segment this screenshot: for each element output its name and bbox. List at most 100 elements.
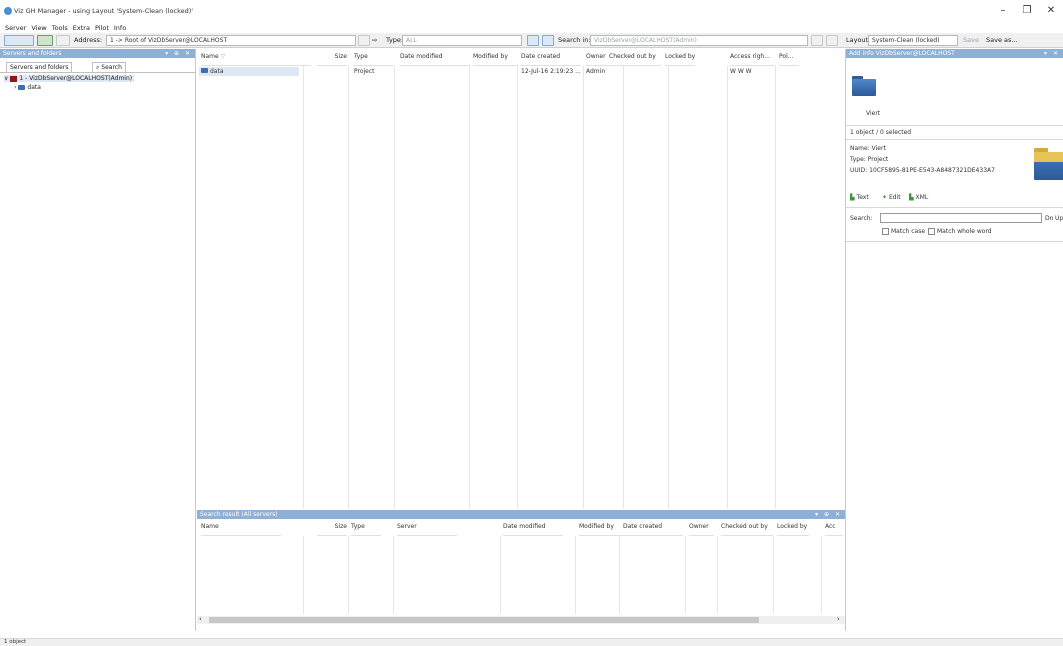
chevron-down-icon[interactable]: ∨ xyxy=(4,75,8,82)
xml-icon: ▙ xyxy=(909,194,914,201)
type-row: Type: Project xyxy=(850,156,888,163)
name-row: Name: Viert xyxy=(850,145,886,152)
horizontal-scrollbar[interactable]: ‹ › xyxy=(197,615,845,624)
window-title: Viz GH Manager - using Layout 'System-Cl… xyxy=(14,7,194,15)
chevron-right-icon[interactable]: › xyxy=(14,84,16,91)
col-access-rights[interactable]: Access righ... xyxy=(730,49,775,66)
col-divider xyxy=(668,66,669,509)
search-in-dropdown[interactable] xyxy=(811,35,823,46)
type-label: Type: xyxy=(850,156,866,163)
col-divider xyxy=(303,66,304,509)
col-divider xyxy=(821,536,822,614)
address-dropdown[interactable] xyxy=(358,35,370,46)
type-field[interactable]: ALL xyxy=(402,35,522,46)
layout-field[interactable]: System-Clean (locked) xyxy=(868,35,958,46)
search-in-label: Search in: xyxy=(558,36,591,44)
tree-folder-label: data xyxy=(27,84,41,91)
col-modified-by[interactable]: Modified by xyxy=(579,519,624,536)
checkbox-icon[interactable] xyxy=(882,228,889,235)
checkbox-icon[interactable] xyxy=(928,228,935,235)
col-date-modified[interactable]: Date modified xyxy=(503,519,563,536)
col-owner[interactable]: Owner xyxy=(689,519,714,536)
servers-panel-controls[interactable]: ▾ ⊕ ✕ xyxy=(165,49,192,58)
info-panel-controls[interactable]: ▾ ✕ xyxy=(1044,49,1060,58)
col-date-created[interactable]: Date created xyxy=(623,519,683,536)
menu-info[interactable]: Info xyxy=(114,24,126,32)
layout-save-as-button[interactable]: Save as... xyxy=(986,36,1018,44)
col-server[interactable]: Server xyxy=(397,519,457,536)
address-label: Address: xyxy=(74,36,103,44)
tab-servers-folders[interactable]: Servers and folders xyxy=(6,62,73,72)
scroll-right-icon[interactable]: › xyxy=(837,615,840,623)
col-divider xyxy=(575,536,576,614)
match-case-checkbox[interactable]: Match case xyxy=(882,228,925,235)
col-size[interactable]: Size xyxy=(317,519,347,536)
col-type[interactable]: Type xyxy=(354,49,394,66)
search-panel-title: Search result (All servers) xyxy=(200,511,278,518)
col-locked-by[interactable]: Locked by xyxy=(665,49,695,66)
file-list: Name ▽ Size Type Date modified Modified … xyxy=(197,49,845,509)
search-result-panel: Search result (All servers) ▾ ⊕ ✕ Name S… xyxy=(197,510,845,631)
scroll-left-icon[interactable]: ‹ xyxy=(199,615,202,623)
tab-text[interactable]: ▙ Text xyxy=(850,194,869,201)
tab-xml[interactable]: ▙ XML xyxy=(909,194,928,201)
col-date-modified[interactable]: Date modified xyxy=(400,49,470,66)
search-panel-controls[interactable]: ▾ ⊕ ✕ xyxy=(815,510,842,519)
menu-view[interactable]: View xyxy=(31,24,46,32)
address-field[interactable]: 1 -> Root of VizDbServer@LOCALHOST xyxy=(106,35,356,46)
row-name[interactable]: data xyxy=(201,68,224,75)
refresh-button[interactable] xyxy=(37,35,53,46)
search-folder-button[interactable] xyxy=(527,35,539,46)
search-down-button[interactable]: Dn xyxy=(1045,215,1053,222)
menu-tools[interactable]: Tools xyxy=(52,24,68,32)
menu-server[interactable]: Server xyxy=(5,24,26,32)
col-divider xyxy=(517,66,518,509)
tab-edit[interactable]: ✦ Edit xyxy=(882,194,901,201)
tree-item-server[interactable]: ∨ 1 - VizDbServer@LOCALHOST(Admin) xyxy=(4,75,135,82)
tab-search-label: Search xyxy=(101,64,122,71)
search-up-button[interactable]: Up xyxy=(1055,215,1063,222)
search-input[interactable] xyxy=(880,213,1042,223)
col-modified-by[interactable]: Modified by xyxy=(473,49,518,66)
menu-pilot[interactable]: Pilot xyxy=(95,24,109,32)
layout-save-button[interactable]: Save xyxy=(963,36,979,44)
col-size[interactable]: Size xyxy=(317,49,347,66)
close-button[interactable]: ✕ xyxy=(1042,4,1060,18)
type-value: Project xyxy=(867,156,889,163)
tree-item-data[interactable]: › data xyxy=(14,84,41,91)
go-icon[interactable]: ⇨ xyxy=(372,36,377,44)
col-pol[interactable]: Pol... xyxy=(779,49,799,66)
folder-icon xyxy=(1034,148,1063,180)
col-divider xyxy=(619,536,620,614)
search-filter-button[interactable] xyxy=(542,35,554,46)
row-date-created: 12-Jul-16 2:19:23 ... xyxy=(521,68,581,75)
edit-icon: ✦ xyxy=(882,194,888,201)
col-name[interactable]: Name xyxy=(201,519,281,536)
maximize-button[interactable]: ❐ xyxy=(1018,4,1036,18)
col-checked-out-by[interactable]: Checked out by xyxy=(609,49,661,66)
connect-button[interactable] xyxy=(4,35,34,46)
menu-extra[interactable]: Extra xyxy=(73,24,90,32)
up-folder-button[interactable] xyxy=(56,35,70,46)
scrollbar-thumb[interactable] xyxy=(209,617,759,623)
search-in-field[interactable]: VizDbServer@LOCALHOST(Admin) xyxy=(590,35,808,46)
col-divider xyxy=(727,66,728,509)
text-icon: ▙ xyxy=(850,194,855,201)
uuid-row: UUID: 10CF5895-81PE-E543-A8487321DE433A7 xyxy=(850,167,995,174)
col-divider xyxy=(303,536,304,614)
col-type[interactable]: Type xyxy=(351,519,381,536)
name-label: Name: xyxy=(850,145,870,152)
row-type: Project xyxy=(354,68,375,75)
col-owner[interactable]: Owner xyxy=(586,49,611,66)
col-checked-out-by[interactable]: Checked out by xyxy=(721,519,773,536)
type-label: Type: xyxy=(386,36,404,44)
col-date-created[interactable]: Date created xyxy=(521,49,581,66)
search-go-button[interactable] xyxy=(826,35,838,46)
col-name[interactable]: Name ▽ xyxy=(201,49,311,66)
minimize-button[interactable]: – xyxy=(994,4,1012,18)
col-locked-by[interactable]: Locked by xyxy=(777,519,809,536)
tab-search[interactable]: ⌕ Search xyxy=(92,62,126,72)
match-whole-word-checkbox[interactable]: Match whole word xyxy=(928,228,992,235)
col-access[interactable]: Acc xyxy=(825,519,843,536)
col-divider xyxy=(717,536,718,614)
